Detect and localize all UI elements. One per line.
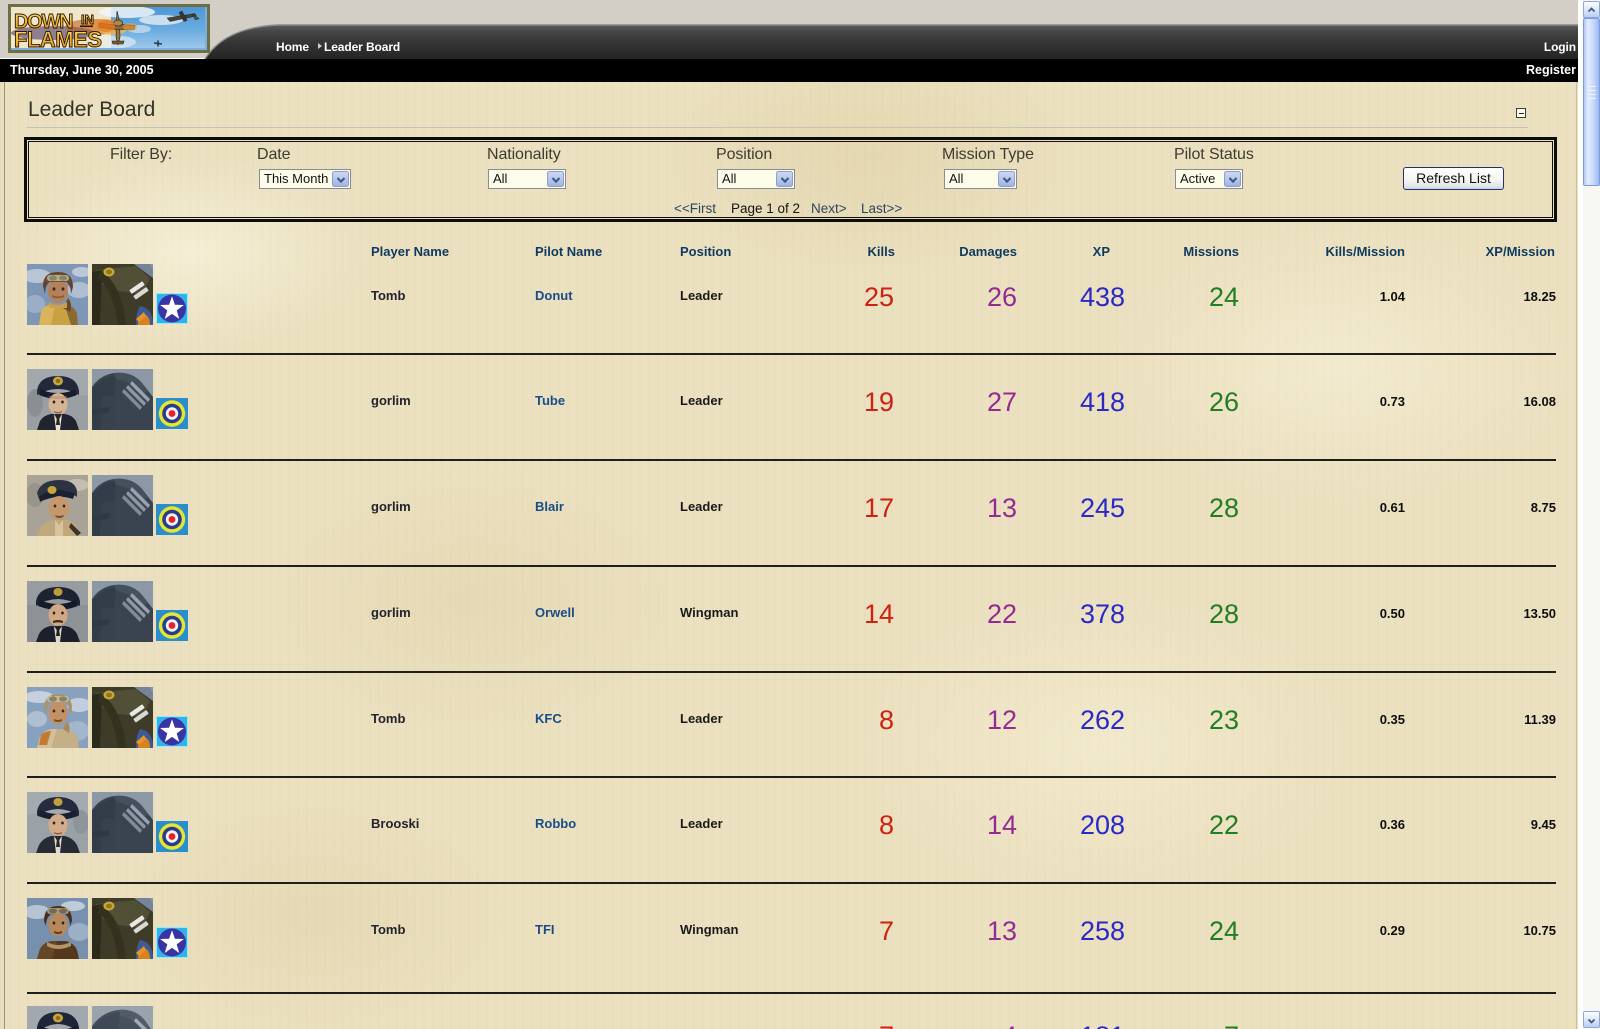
svg-text:IN: IN xyxy=(81,12,94,27)
svg-text:FLAMES: FLAMES xyxy=(14,27,102,48)
